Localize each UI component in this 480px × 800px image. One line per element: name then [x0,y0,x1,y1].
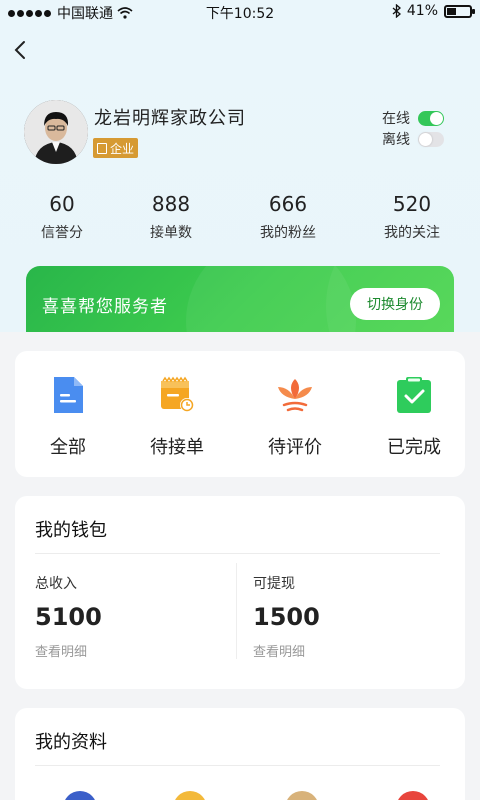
profile-item-icon[interactable] [396,791,430,800]
withdrawable-label: 可提现 [253,576,295,592]
switch-identity-button[interactable]: 切换身份 [350,288,440,320]
order-label: 待评价 [268,437,322,458]
toggle-knob [430,111,443,125]
stat-value: 888 [151,192,191,216]
stat-orders-taken[interactable]: 888 接单数 [111,192,231,242]
toggle-knob [419,132,432,146]
profile-item-icon[interactable] [63,791,97,800]
document-icon [54,377,83,413]
stat-label: 接单数 [150,225,192,241]
stat-credit-score[interactable]: 60 信誉分 [2,192,122,242]
divider [35,553,440,554]
status-right: 41% [392,3,475,19]
clipboard-check-icon [397,377,431,413]
online-toggle[interactable] [418,110,444,126]
vertical-divider [236,563,237,659]
chevron-left-icon[interactable] [10,38,32,62]
total-income-value: 5100 [35,603,102,631]
order-all[interactable]: 全部 [8,375,128,459]
stat-following[interactable]: 520 我的关注 [352,192,472,242]
profile-item-icon[interactable] [285,791,319,800]
role-card: 喜喜帮您服务者 切换身份 [26,266,454,332]
order-label: 全部 [50,437,86,458]
calendar-clock-icon [161,376,194,412]
battery-fill [447,7,457,15]
order-completed[interactable]: 已完成 [354,375,474,459]
online-label: 在线 [382,111,410,127]
battery-icon [444,4,475,18]
offline-toggle[interactable] [418,131,444,147]
person-photo-icon [24,100,88,164]
order-pending-accept[interactable]: 待接单 [117,375,237,459]
online-status-row: 在线 [382,108,444,128]
order-pending-review[interactable]: 待评价 [235,375,355,459]
withdrawable: 可提现 1500 查看明细 [253,573,320,660]
order-label: 待接单 [150,437,204,458]
order-label: 已完成 [387,437,441,458]
offline-status-row: 离线 [382,129,444,149]
stat-label: 信誉分 [41,225,83,241]
profile-item-icon[interactable] [173,791,207,800]
offline-label: 离线 [382,132,410,148]
total-income: 总收入 5100 查看明细 [35,573,102,660]
stat-value: 666 [268,192,308,216]
withdrawable-value: 1500 [253,603,320,631]
divider [35,765,440,766]
stat-followers[interactable]: 666 我的粉丝 [228,192,348,242]
profile-card: 我的资料 [15,708,465,800]
wallet-card: 我的钱包 总收入 5100 查看明细 可提现 1500 查看明细 [15,496,465,689]
badge-label: 企业 [110,141,135,156]
status-bar: 中国联通 下午10:52 41% [0,0,480,24]
bluetooth-icon [392,4,401,18]
total-income-label: 总收入 [35,576,77,592]
lotus-icon [278,379,312,412]
orders-card: 全部 待接单 待评价 已完成 [15,351,465,477]
role-text: 喜喜帮您服务者 [42,297,168,317]
total-income-details-link[interactable]: 查看明细 [35,641,102,660]
stat-label: 我的关注 [384,225,440,241]
profile-title: 我的资料 [35,732,107,753]
avatar[interactable] [24,100,88,164]
wallet-title: 我的钱包 [35,520,107,541]
stat-value: 520 [392,192,432,216]
battery-percent: 41% [406,3,438,19]
stat-value: 60 [49,192,75,216]
enterprise-badge: 企业 [93,138,139,158]
building-icon [97,142,107,154]
withdrawable-details-link[interactable]: 查看明细 [253,641,320,660]
company-name: 龙岩明辉家政公司 [94,108,246,129]
stat-label: 我的粉丝 [260,225,316,241]
